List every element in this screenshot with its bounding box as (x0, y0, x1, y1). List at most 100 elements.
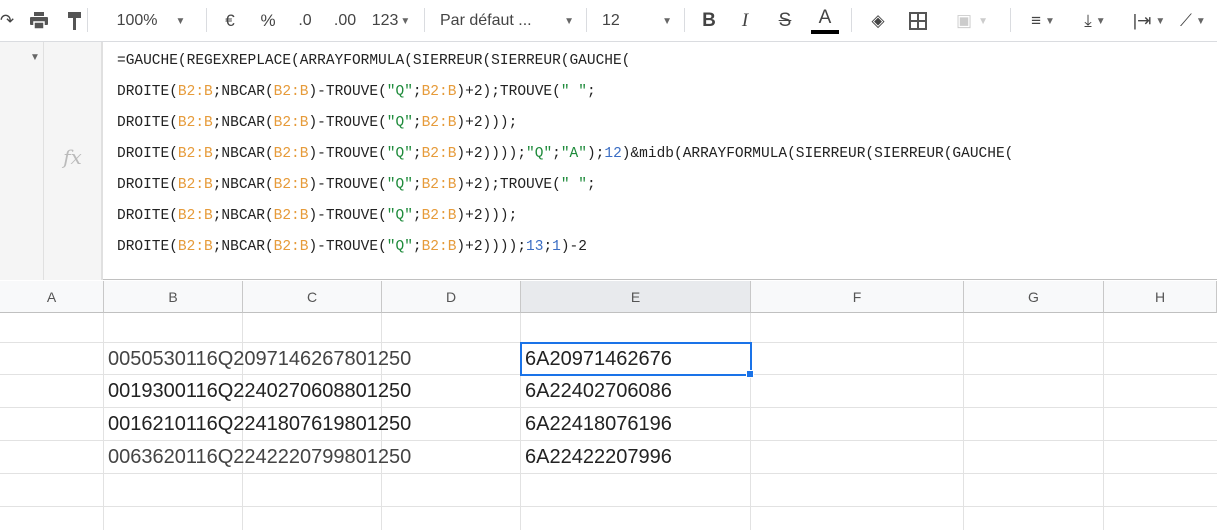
column-header-h[interactable]: H (1104, 281, 1217, 313)
formula-line: DROITE(B2:B;NBCAR(B2:B)-TROUVE("Q";B2:B)… (117, 172, 1013, 203)
formula-token: )+2)))); (456, 146, 527, 162)
zoom-select[interactable]: 100% ▼ (106, 6, 196, 36)
chevron-down-icon: ▼ (564, 15, 574, 27)
bold-button[interactable]: B (697, 6, 721, 36)
formula-token: ; (586, 177, 596, 193)
formula-token: "Q" (386, 115, 413, 131)
column-header-c[interactable]: C (243, 281, 382, 313)
formula-token: )+2)))); (456, 239, 527, 255)
selected-cell-e3[interactable] (520, 342, 752, 376)
currency-button[interactable]: € (220, 6, 240, 36)
chevron-down-icon: ▼ (175, 15, 186, 27)
chevron-down-icon: ▼ (30, 52, 40, 63)
formula-token: ; (412, 208, 422, 224)
increase-decimals-label: .00 (333, 12, 357, 29)
formula-token: B2:B (177, 115, 213, 131)
column-header-a[interactable]: A (0, 281, 104, 313)
formula-token: B2:B (273, 208, 309, 224)
formula-token: " " (560, 177, 587, 193)
italic-button[interactable]: I (733, 6, 757, 36)
cell-b4[interactable]: 0019300116Q2240270608801250 (108, 375, 411, 407)
formula-token: ; (552, 146, 561, 162)
formula-token: DROITE( (117, 115, 178, 131)
formula-token: "Q" (386, 84, 413, 100)
column-header-e[interactable]: E (521, 281, 751, 313)
formula-token: ); (586, 146, 605, 162)
formula-token: )+2))); (456, 208, 518, 224)
formula-token: 12 (604, 146, 622, 162)
formula-token: "Q" (386, 177, 413, 193)
cell-b5[interactable]: 0016210116Q2241807619801250 (108, 408, 411, 440)
text-wrapping-icon[interactable]: |⇥ ▼ (1126, 6, 1172, 36)
decrease-decimals-label: .0 (298, 12, 312, 29)
grid-line (0, 506, 1217, 507)
formula-token: 1 (552, 239, 561, 255)
column-header-b[interactable]: B (104, 281, 243, 313)
formula-token: B2:B (421, 146, 457, 162)
formula-line: DROITE(B2:B;NBCAR(B2:B)-TROUVE("Q";B2:B)… (117, 79, 1013, 110)
column-header-d[interactable]: D (382, 281, 521, 313)
formula-token: B2:B (177, 84, 213, 100)
more-formats-select[interactable]: 123 ▼ (368, 6, 414, 36)
cell-e5[interactable]: 6A22418076196 (525, 408, 672, 440)
percent-button[interactable]: % (258, 6, 278, 36)
more-formats-label: 123 (371, 12, 399, 29)
fill-handle[interactable] (746, 370, 754, 378)
formula-token: ; (586, 84, 596, 100)
font-select[interactable]: Par défaut ... ▼ (440, 6, 574, 36)
horizontal-align-icon[interactable]: ≡ ▼ (1022, 6, 1064, 36)
decrease-decimals-button[interactable]: .0 (292, 6, 318, 36)
formula-token: )+2);TROUVE( (456, 84, 561, 100)
formula-token: ; (543, 239, 553, 255)
formula-token: B2:B (177, 208, 213, 224)
formula-token: B2:B (421, 115, 457, 131)
fill-color-icon[interactable]: ◈ (866, 6, 890, 36)
formula-token: )-TROUVE( (308, 177, 387, 193)
cell-e6[interactable]: 6A22422207996 (525, 441, 672, 473)
grid-line (0, 473, 1217, 474)
formula-line: DROITE(B2:B;NBCAR(B2:B)-TROUVE("Q";B2:B)… (117, 203, 1013, 234)
formula-token: ;NBCAR( (212, 84, 274, 100)
formula-token: DROITE( (117, 208, 178, 224)
formula-token: DROITE( (117, 146, 178, 162)
formula-token: ; (412, 146, 422, 162)
strikethrough-button[interactable]: S (773, 6, 797, 36)
borders-icon[interactable] (906, 6, 930, 36)
formula-token: "Q" (386, 239, 413, 255)
redo-icon[interactable]: ↷ (0, 6, 14, 36)
paint-format-icon[interactable] (62, 6, 88, 36)
text-rotation-icon[interactable]: ⟋ ▼ (1180, 6, 1217, 36)
formula-token: ;NBCAR( (212, 177, 274, 193)
formula-token: "A" (560, 146, 587, 162)
formula-token: B2:B (273, 84, 309, 100)
formula-token: "Q" (386, 146, 413, 162)
increase-decimals-button[interactable]: .00 (330, 6, 360, 36)
formula-token: B2:B (421, 84, 457, 100)
formula-token: ; (412, 115, 422, 131)
font-size-select[interactable]: 12 ▼ (602, 6, 672, 36)
cell-e4[interactable]: 6A22402706086 (525, 375, 672, 407)
column-header-g[interactable]: G (964, 281, 1104, 313)
font-value: Par défaut ... (440, 12, 532, 29)
vertical-align-icon[interactable]: ⤓ ▼ (1074, 6, 1116, 36)
print-icon[interactable] (26, 6, 52, 36)
chevron-down-icon: ▼ (400, 15, 411, 27)
name-box[interactable]: ▼ (0, 42, 44, 280)
cell-b6[interactable]: 0063620116Q2242220799801250 (108, 441, 411, 473)
chevron-down-icon: ▼ (662, 15, 672, 27)
formula-token: )-TROUVE( (308, 146, 387, 162)
formula-token: ;NBCAR( (212, 146, 274, 162)
text-color-button[interactable]: A (811, 6, 839, 36)
formula-input[interactable]: =GAUCHE(REGEXREPLACE(ARRAYFORMULA(SIERRE… (117, 48, 1013, 265)
formula-token: B2:B (177, 239, 213, 255)
formula-token: ;NBCAR( (212, 208, 274, 224)
formula-token: )+2);TROUVE( (456, 177, 561, 193)
formula-token: )-TROUVE( (308, 115, 387, 131)
formula-token: 13 (526, 239, 544, 255)
cell-b3[interactable]: 0050530116Q2097146267801250 (108, 343, 411, 375)
formula-token: )&midb(ARRAYFORMULA(SIERREUR(SIERREUR(GA… (621, 146, 1014, 162)
column-header-f[interactable]: F (751, 281, 964, 313)
text-color-label: A (818, 7, 832, 28)
formula-token: DROITE( (117, 177, 178, 193)
font-size-value: 12 (602, 12, 620, 29)
